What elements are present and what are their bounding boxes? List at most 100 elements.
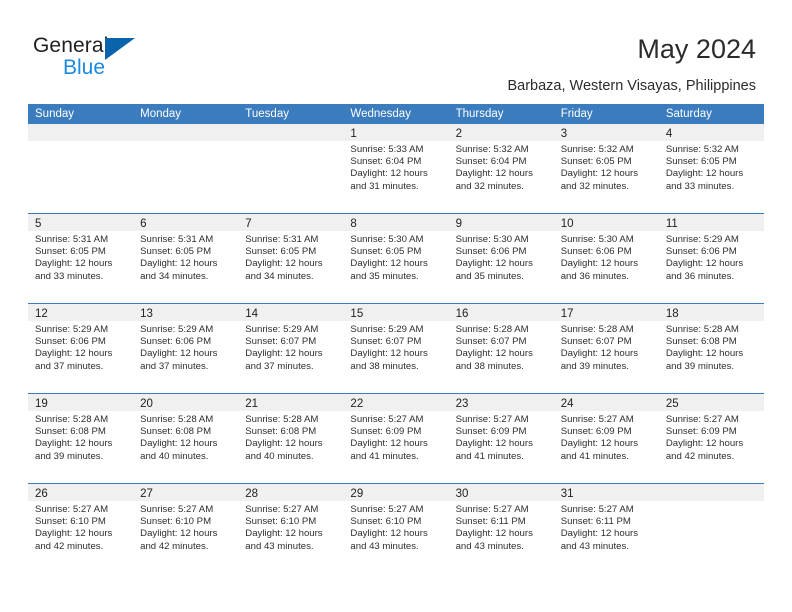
day-daylight2-text: and 31 minutes.: [350, 180, 419, 192]
day-number: 30: [455, 488, 469, 500]
day-sunset-text: Sunset: 6:08 PM: [140, 426, 212, 438]
calendar-day-cell[interactable]: 28 Sunrise: 5:27 AM Sunset: 6:10 PM Dayligh…: [238, 484, 344, 573]
calendar-day-cell[interactable]: 26 Sunrise: 5:27 AM Sunset: 6:10 PM Dayligh…: [28, 484, 134, 573]
calendar-day-cell[interactable]: 10 Sunrise: 5:30 AM Sunset: 6:06 PM Dayligh…: [553, 214, 659, 303]
calendar-day-cell[interactable]: 25 Sunrise: 5:27 AM Sunset: 6:09 PM Dayligh…: [658, 394, 764, 483]
calendar-day-cell[interactable]: 24 Sunrise: 5:27 AM Sunset: 6:09 PM Dayligh…: [553, 394, 659, 483]
calendar-day-cell[interactable]: 19 Sunrise: 5:28 AM Sunset: 6:08 PM Dayligh…: [28, 394, 134, 483]
page-subtitle: Barbaza, Western Visayas, Philippines: [507, 78, 756, 94]
calendar-day-cell[interactable]: 30 Sunrise: 5:27 AM Sunset: 6:11 PM Dayligh…: [448, 484, 554, 573]
day-number: 1: [350, 128, 357, 140]
calendar-day-cell[interactable]: 5 Sunrise: 5:31 AM Sunset: 6:05 PM Daylight…: [28, 214, 134, 303]
day-number: 5: [35, 218, 42, 230]
day-number: 6: [140, 218, 147, 230]
day-number-band: 24: [553, 394, 659, 411]
calendar-day-cell[interactable]: 15 Sunrise: 5:29 AM Sunset: 6:07 PM Dayligh…: [343, 304, 449, 393]
day-number: 22: [350, 398, 364, 410]
day-sunset-text: Sunset: 6:09 PM: [350, 426, 422, 438]
day-number-band: 25: [658, 394, 764, 411]
day-daylight1-text: Daylight: 12 hours: [245, 528, 323, 540]
day-number-band: 5: [28, 214, 134, 231]
calendar-week-row: 1 Sunrise: 5:33 AM Sunset: 6:04 PM Daylight…: [28, 124, 764, 213]
day-sunrise-text: Sunrise: 5:29 AM: [350, 324, 424, 335]
day-number: 16: [455, 308, 469, 320]
calendar-day-cell[interactable]: 7 Sunrise: 5:31 AM Sunset: 6:05 PM Daylight…: [238, 214, 344, 303]
calendar-day-cell[interactable]: 3 Sunrise: 5:32 AM Sunset: 6:05 PM Daylight…: [553, 124, 659, 213]
day-sun-info: Sunrise: 5:27 AM Sunset: 6:10 PM Daylight:…: [238, 501, 343, 553]
day-daylight1-text: Daylight: 12 hours: [350, 168, 428, 180]
calendar-day-cell[interactable]: 9 Sunrise: 5:30 AM Sunset: 6:06 PM Daylight…: [448, 214, 554, 303]
day-sun-info: Sunrise: 5:29 AM Sunset: 6:06 PM Daylight:…: [133, 321, 238, 373]
day-sun-info: Sunrise: 5:30 AM Sunset: 6:06 PM Daylight:…: [449, 231, 554, 283]
day-sunrise-text: Sunrise: 5:31 AM: [35, 234, 109, 245]
day-daylight2-text: and 32 minutes.: [455, 180, 524, 192]
day-sunrise-text: Sunrise: 5:28 AM: [35, 414, 109, 425]
day-daylight1-text: Daylight: 12 hours: [455, 258, 533, 270]
logo-text-general: General: [33, 34, 109, 57]
calendar-week-row: 5 Sunrise: 5:31 AM Sunset: 6:05 PM Daylight…: [28, 213, 764, 303]
day-number-band: 28: [238, 484, 344, 501]
day-sun-info: Sunrise: 5:27 AM Sunset: 6:11 PM Daylight:…: [554, 501, 659, 553]
day-number: 31: [560, 488, 574, 500]
calendar-day-cell[interactable]: 13 Sunrise: 5:29 AM Sunset: 6:06 PM Dayligh…: [133, 304, 239, 393]
calendar-day-cell[interactable]: 31 Sunrise: 5:27 AM Sunset: 6:11 PM Dayligh…: [553, 484, 659, 573]
calendar-day-cell-empty: [658, 484, 764, 573]
day-number-band: 11: [658, 214, 764, 231]
day-sun-info: Sunrise: 5:29 AM Sunset: 6:06 PM Daylight:…: [659, 231, 764, 283]
calendar-day-cell[interactable]: 2 Sunrise: 5:32 AM Sunset: 6:04 PM Daylight…: [448, 124, 554, 213]
calendar-day-cell[interactable]: 4 Sunrise: 5:32 AM Sunset: 6:05 PM Daylight…: [658, 124, 764, 213]
day-daylight1-text: Daylight: 12 hours: [35, 258, 113, 270]
generalblue-logo[interactable]: General Blue: [33, 34, 213, 86]
day-daylight1-text: Daylight: 12 hours: [665, 348, 744, 360]
calendar-day-cell[interactable]: 11 Sunrise: 5:29 AM Sunset: 6:06 PM Dayligh…: [658, 214, 764, 303]
calendar-day-cell[interactable]: 12 Sunrise: 5:29 AM Sunset: 6:06 PM Dayligh…: [28, 304, 134, 393]
calendar-day-cell[interactable]: 18 Sunrise: 5:28 AM Sunset: 6:08 PM Dayligh…: [658, 304, 764, 393]
calendar-day-cell[interactable]: 20 Sunrise: 5:28 AM Sunset: 6:08 PM Dayligh…: [133, 394, 239, 483]
calendar-day-cell[interactable]: 8 Sunrise: 5:30 AM Sunset: 6:05 PM Daylight…: [343, 214, 449, 303]
weekday-header-wednesday: Wednesday: [350, 108, 411, 120]
calendar-day-cell[interactable]: 16 Sunrise: 5:28 AM Sunset: 6:07 PM Dayligh…: [448, 304, 554, 393]
calendar-day-cell[interactable]: 29 Sunrise: 5:27 AM Sunset: 6:10 PM Dayligh…: [343, 484, 449, 573]
weekday-header-sunday: Sunday: [35, 108, 75, 120]
day-daylight1-text: Daylight: 12 hours: [455, 438, 533, 450]
day-sunrise-text: Sunrise: 5:29 AM: [245, 324, 319, 335]
day-daylight2-text: and 39 minutes.: [665, 360, 735, 372]
day-daylight1-text: Daylight: 12 hours: [245, 438, 323, 450]
calendar-day-cell[interactable]: 6 Sunrise: 5:31 AM Sunset: 6:05 PM Daylight…: [133, 214, 239, 303]
day-sunrise-text: Sunrise: 5:33 AM: [350, 144, 424, 155]
calendar-day-cell[interactable]: 21 Sunrise: 5:28 AM Sunset: 6:08 PM Dayligh…: [238, 394, 344, 483]
day-daylight1-text: Daylight: 12 hours: [350, 438, 428, 450]
day-sunrise-text: Sunrise: 5:27 AM: [350, 504, 424, 515]
day-number-band: 17: [553, 304, 659, 321]
day-number-band: [133, 124, 239, 141]
day-number: 7: [245, 218, 252, 230]
day-daylight2-text: and 35 minutes.: [455, 270, 524, 282]
day-number: 20: [140, 398, 153, 410]
day-sunrise-text: Sunrise: 5:30 AM: [455, 234, 529, 245]
day-daylight1-text: Daylight: 12 hours: [140, 438, 218, 450]
day-number-band: 18: [658, 304, 764, 321]
day-sunrise-text: Sunrise: 5:27 AM: [245, 504, 319, 515]
day-sunset-text: Sunset: 6:11 PM: [560, 516, 631, 528]
day-daylight2-text: and 39 minutes.: [560, 360, 629, 372]
calendar-day-cell[interactable]: 14 Sunrise: 5:29 AM Sunset: 6:07 PM Dayligh…: [238, 304, 344, 393]
calendar-day-cell[interactable]: 1 Sunrise: 5:33 AM Sunset: 6:04 PM Daylight…: [343, 124, 449, 213]
day-number-band: 12: [28, 304, 134, 321]
day-sunset-text: Sunset: 6:06 PM: [455, 246, 527, 258]
calendar-day-cell[interactable]: 23 Sunrise: 5:27 AM Sunset: 6:09 PM Dayligh…: [448, 394, 554, 483]
day-daylight1-text: Daylight: 12 hours: [140, 348, 218, 360]
day-sunset-text: Sunset: 6:07 PM: [455, 336, 527, 348]
day-sunset-text: Sunset: 6:09 PM: [560, 426, 632, 438]
weekday-header-friday: Friday: [560, 108, 593, 120]
day-sun-info: Sunrise: 5:27 AM Sunset: 6:09 PM Daylight:…: [343, 411, 448, 463]
calendar-day-cell[interactable]: 22 Sunrise: 5:27 AM Sunset: 6:09 PM Dayligh…: [343, 394, 449, 483]
day-number-band: 19: [28, 394, 134, 411]
day-number: 29: [350, 488, 364, 500]
triangle-icon: [105, 38, 135, 60]
calendar-day-cell[interactable]: 27 Sunrise: 5:27 AM Sunset: 6:10 PM Dayligh…: [133, 484, 239, 573]
day-daylight1-text: Daylight: 12 hours: [35, 438, 113, 450]
calendar-day-cell[interactable]: 17 Sunrise: 5:28 AM Sunset: 6:07 PM Dayligh…: [553, 304, 659, 393]
day-sunset-text: Sunset: 6:05 PM: [140, 246, 212, 258]
day-daylight1-text: Daylight: 12 hours: [665, 438, 744, 450]
day-number-band: 6: [133, 214, 239, 231]
